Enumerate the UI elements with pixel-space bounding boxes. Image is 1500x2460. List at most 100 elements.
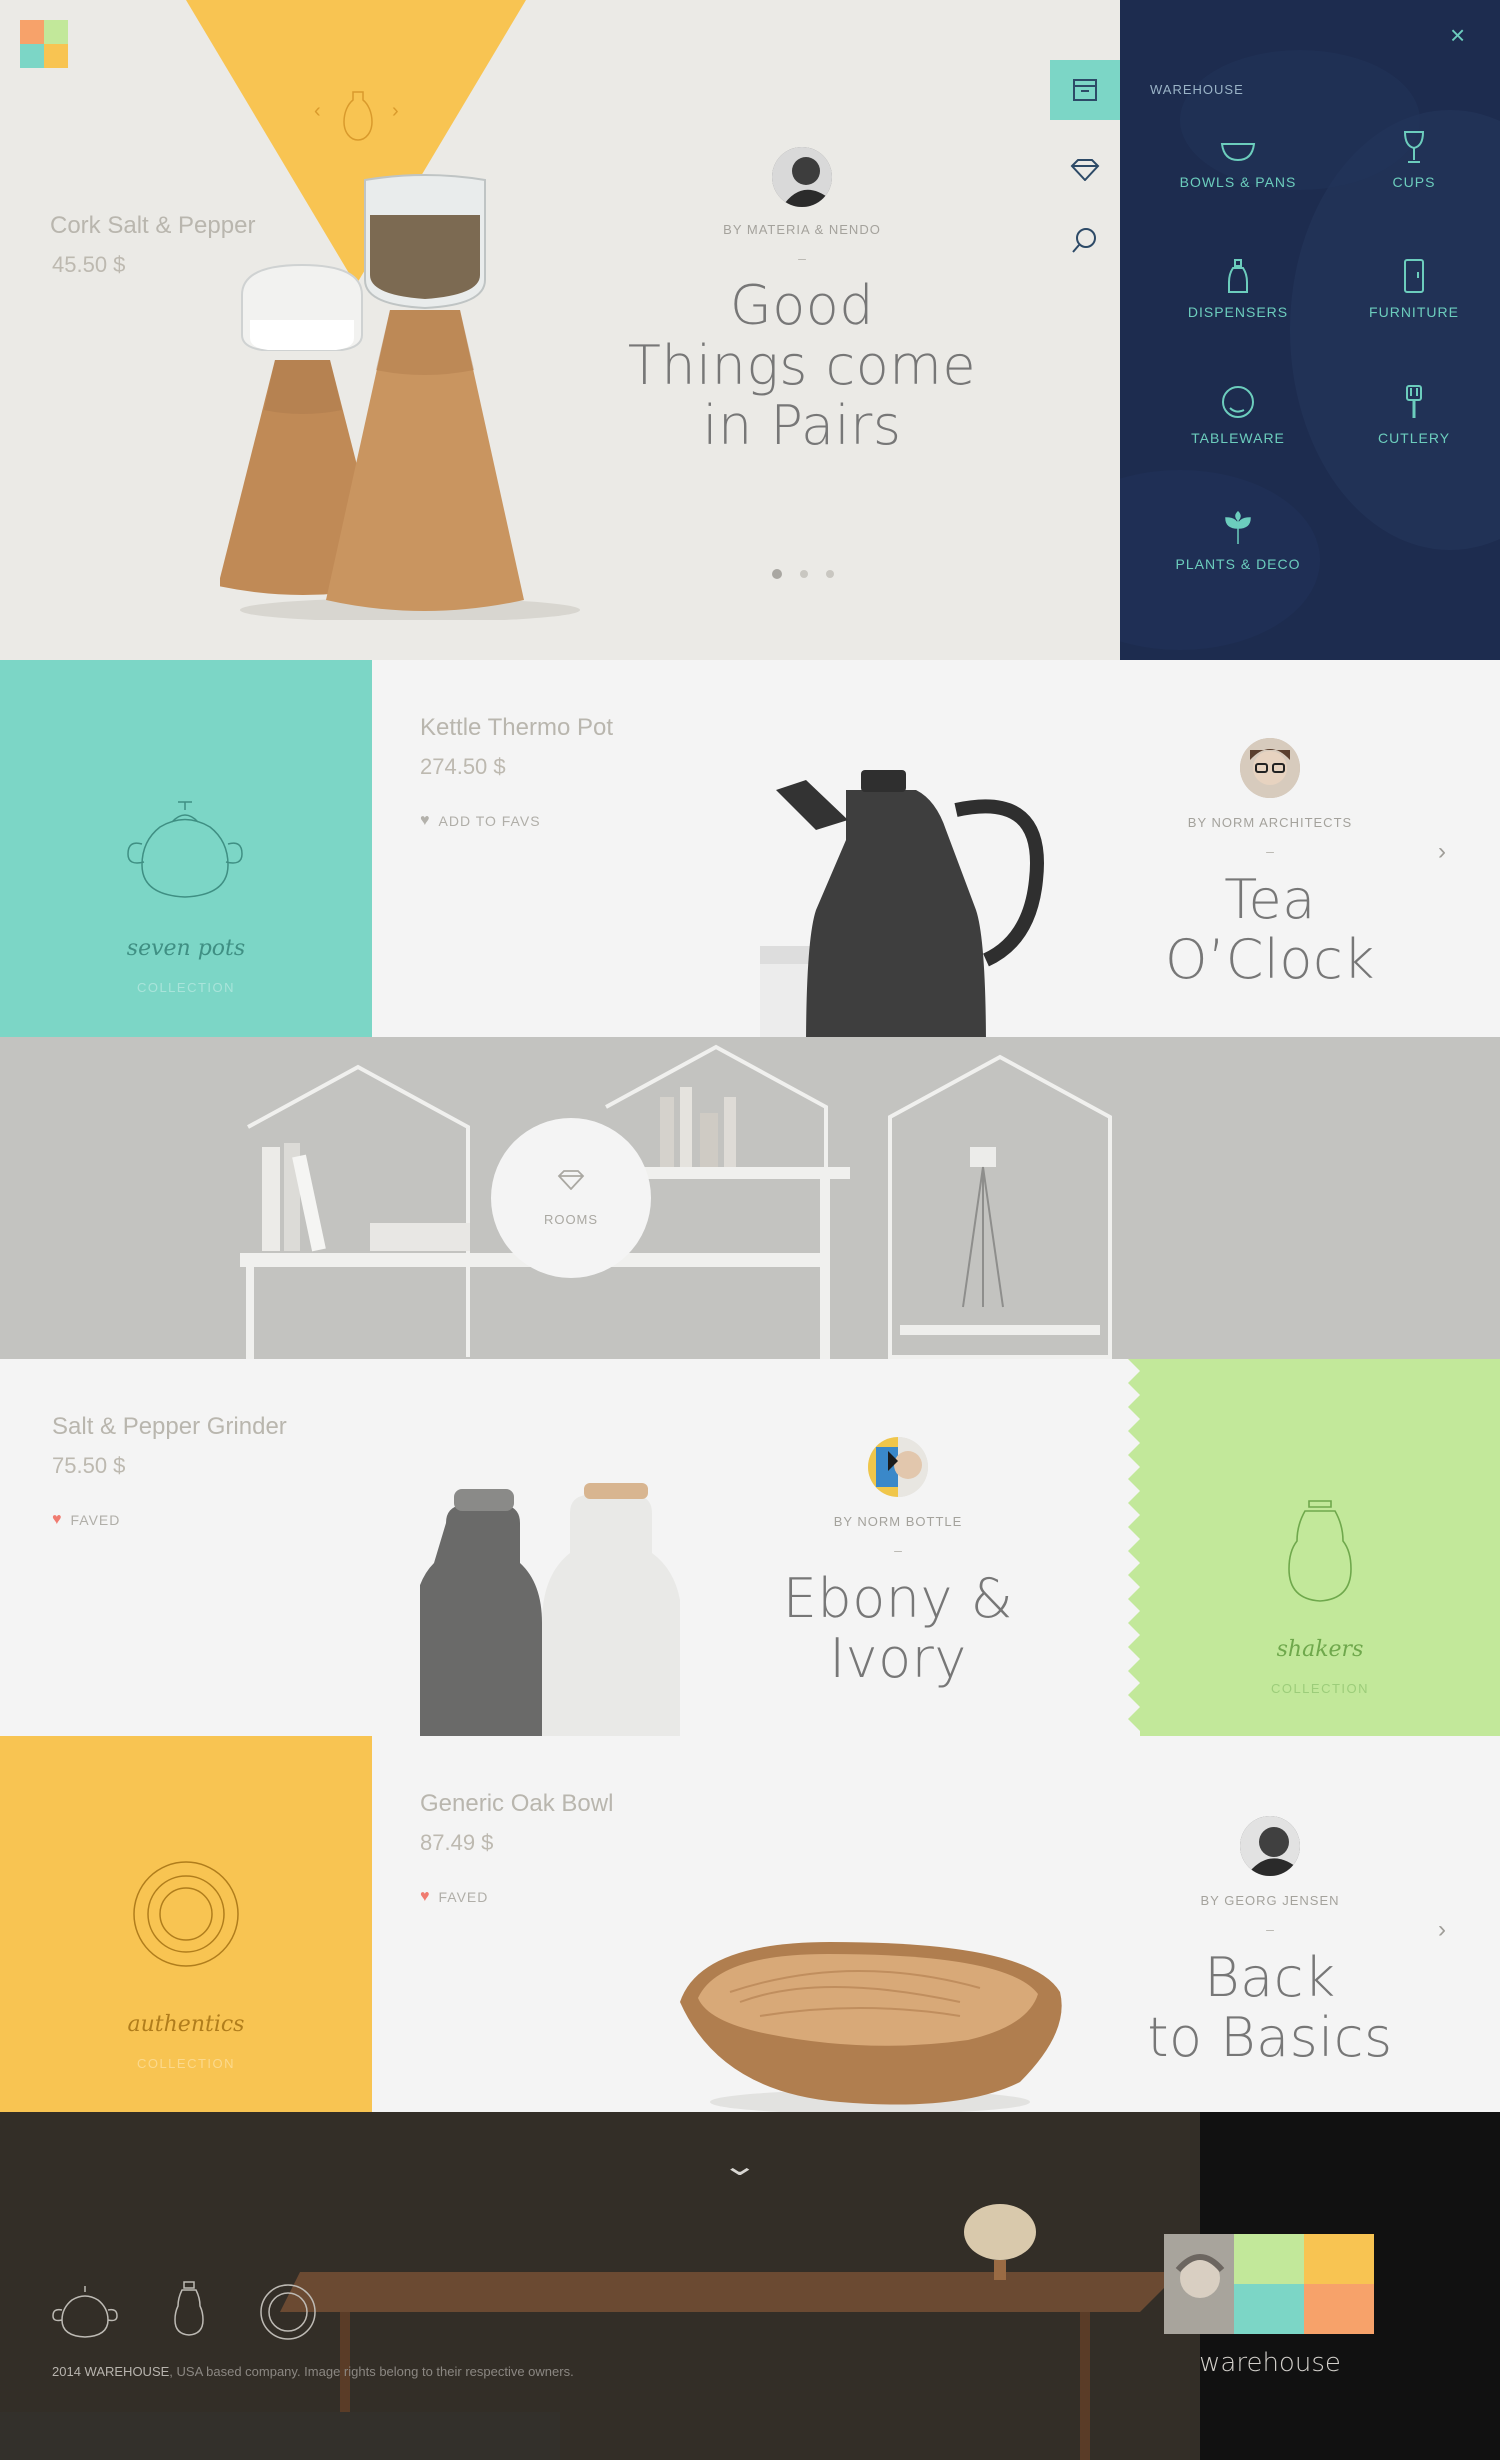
headline-line: in Pairs [702,394,902,457]
headline-line: Back [1204,1946,1336,2009]
product-title[interactable]: Salt & Pepper Grinder [52,1413,287,1441]
collection-panel[interactable]: seven pots COLLECTION [0,660,372,1037]
product-title[interactable]: Generic Oak Bowl [420,1790,613,1818]
close-icon[interactable]: × [1450,22,1465,48]
dash-separator: – [1266,1921,1274,1937]
logo-square [1234,2234,1304,2284]
logo-square [1304,2284,1374,2334]
faved-button[interactable]: ♥ FAVED [52,1511,120,1529]
headline-line: Tea [1224,868,1316,931]
scroll-down-icon[interactable]: ⌄ [721,2152,759,2180]
kettle-thermo-pot-image [760,770,1044,1037]
cork-salt-pepper-image [220,174,580,620]
tea-oclock-card: seven pots COLLECTION Kettle Thermo Pot … [0,660,1500,1037]
plate-icon [133,1861,239,1967]
copyright-strong: 2014 WAREHOUSE [52,2364,170,2379]
next-arrow-icon[interactable]: › [392,100,399,123]
collection-label: COLLECTION [136,2056,236,2071]
next-arrow-icon[interactable]: › [1438,1916,1446,1944]
author-portrait-icon [1240,738,1300,798]
copyright-text: 2014 WAREHOUSE, USA based company. Image… [52,2364,574,2379]
slider-dot[interactable] [772,569,782,579]
menu-item-cups[interactable]: CUPS [1344,130,1484,190]
rooms-banner: ROOMS [0,1037,1500,1359]
author-byline[interactable]: BY GEORG JENSEN [1130,1893,1410,1908]
menu-item-dispensers[interactable]: DISPENSERS [1168,258,1308,320]
author-avatar[interactable] [1240,1816,1300,1876]
product-price: 45.50 $ [52,252,126,277]
faved-button[interactable]: ♥ FAVED [420,1888,488,1906]
fav-label: FAVED [438,1889,489,1905]
author-byline[interactable]: BY NORM BOTTLE [758,1514,1038,1529]
brand-portrait-icon [1164,2234,1234,2334]
menu-item-plants-deco[interactable]: PLANTS & DECO [1168,510,1308,572]
author-portrait-icon [868,1437,928,1497]
dash-separator: – [1266,843,1274,859]
author-portrait-icon [772,147,832,207]
heart-icon: ♥ [52,1511,63,1528]
diamond-icon [1070,159,1100,181]
headline-line: O’Clock [1165,928,1375,991]
menu-item-label: BOWLS & PANS [1179,174,1297,190]
menu-item-cutlery[interactable]: CUTLERY [1344,384,1484,446]
menu-item-furniture[interactable]: FURNITURE [1344,258,1484,320]
author-avatar[interactable] [772,147,832,207]
fav-label: ADD TO FAVS [438,813,541,829]
product-title[interactable]: Kettle Thermo Pot [420,714,613,742]
prev-arrow-icon[interactable]: ‹ [314,100,321,123]
rooms-background-image [0,1037,1500,1359]
collection-label: COLLECTION [1270,1681,1370,1696]
logo-square [1234,2284,1304,2334]
menu-item-label: CUPS [1392,174,1436,190]
slider-dot[interactable] [826,570,834,578]
next-arrow-icon[interactable]: › [1438,838,1446,866]
dash-separator: – [798,250,806,266]
rooms-label: ROOMS [543,1212,599,1227]
shaker-icon[interactable] [174,2278,204,2338]
brand-logo[interactable] [1164,2234,1374,2334]
slider-dots [772,569,834,579]
warehouse-menu: WAREHOUSE × BOWLS & PANS CUPS DISPENSERS… [1120,0,1500,660]
footer: ⌄ 2014 WAREHOUSE, USA based company. Ima… [0,2112,1500,2460]
shaker-icon [1288,1500,1352,1602]
collection-label: COLLECTION [136,980,236,995]
menu-item-bowls-pans[interactable]: BOWLS & PANS [1168,138,1308,190]
menu-item-label: FURNITURE [1369,304,1459,320]
bowl-icon [1220,143,1256,162]
zigzag-edge [360,1736,372,2112]
brand-name: warehouse [1199,2348,1341,2378]
dash-separator: – [894,1542,902,1558]
fav-label: FAVED [70,1512,121,1528]
card-headline: Back to Basics [1090,1948,1450,2068]
slider-dot[interactable] [800,570,808,578]
author-byline[interactable]: BY MATERIA & NENDO [630,222,974,237]
plate-icon[interactable] [258,2282,318,2342]
heart-icon: ♥ [420,1888,431,1905]
headline-line: Ivory [829,1627,967,1690]
collection-panel[interactable]: shakers COLLECTION [1140,1359,1500,1736]
product-price: 87.49 $ [420,1830,494,1855]
logo-square [44,20,68,44]
author-portrait-icon [1240,1816,1300,1876]
cup-icon [1403,131,1425,163]
collections-button[interactable] [1050,140,1120,200]
collection-name: authentics [127,2012,245,2037]
author-avatar[interactable] [868,1437,928,1497]
logo-square [20,44,44,68]
warehouse-title: WAREHOUSE [1150,82,1244,97]
menu-item-tableware[interactable]: TABLEWARE [1168,384,1308,446]
rooms-button[interactable]: ROOMS [491,1118,651,1278]
heart-icon: ♥ [420,812,431,829]
author-byline[interactable]: BY NORM ARCHITECTS [1130,815,1410,830]
search-button[interactable] [1050,210,1120,270]
teapot-icon[interactable] [50,2282,120,2338]
author-avatar[interactable] [1240,738,1300,798]
menu-item-label: PLANTS & DECO [1175,556,1301,572]
add-to-favs-button[interactable]: ♥ ADD TO FAVS [420,812,541,830]
search-icon [1072,228,1096,253]
archive-button[interactable] [1050,60,1120,120]
headline-line: to Basics [1147,2006,1393,2069]
card-headline: Ebony & Ivory [716,1569,1080,1689]
collection-panel[interactable]: authentics COLLECTION [0,1736,372,2112]
logo[interactable] [20,20,68,68]
